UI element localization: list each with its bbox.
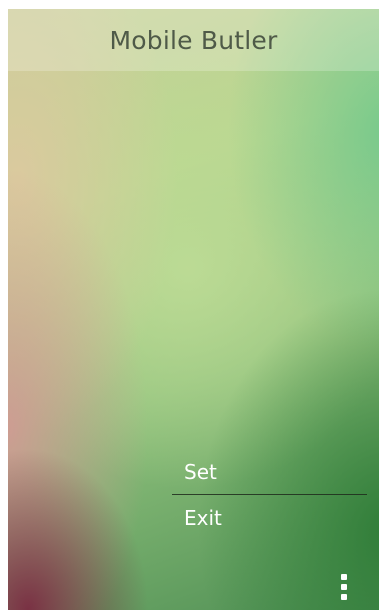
more-vertical-icon[interactable] xyxy=(339,574,349,600)
menu-item-set[interactable]: Set xyxy=(172,449,367,494)
title-bar: Mobile Butler xyxy=(8,9,379,71)
app-screen: Mobile Butler Set Exit xyxy=(8,9,379,610)
overflow-dot xyxy=(341,574,347,580)
menu-item-label: Set xyxy=(184,459,217,484)
overflow-dot xyxy=(341,584,347,590)
overflow-dot xyxy=(341,594,347,600)
app-title: Mobile Butler xyxy=(109,25,278,55)
options-menu: Set Exit xyxy=(172,449,367,540)
menu-divider xyxy=(172,494,367,495)
menu-item-label: Exit xyxy=(184,505,222,530)
menu-item-exit[interactable]: Exit xyxy=(172,495,367,540)
